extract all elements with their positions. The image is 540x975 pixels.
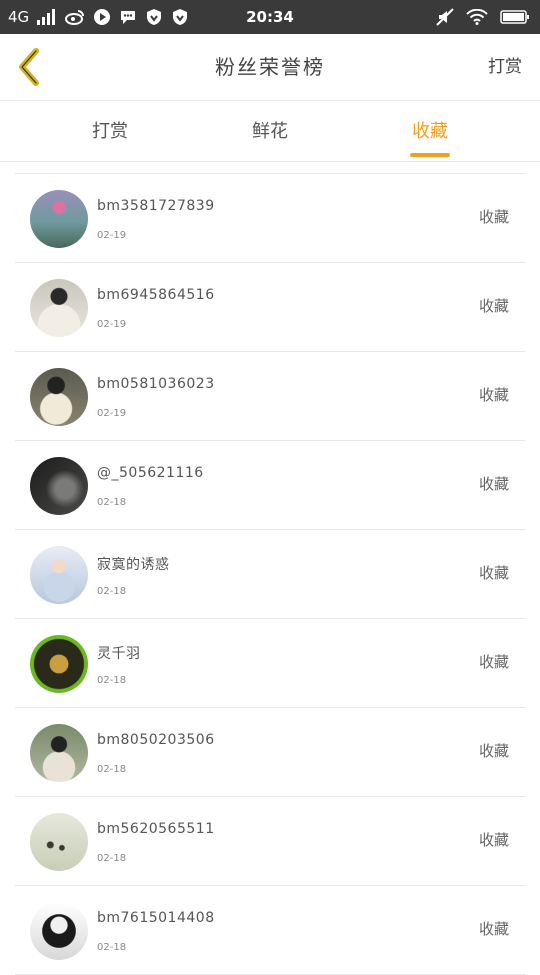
user-name: bm6945864516 bbox=[97, 287, 215, 303]
page-title: 粉丝荣誉榜 bbox=[215, 55, 325, 79]
date-label: 02-19 bbox=[97, 230, 127, 241]
status-right bbox=[436, 0, 530, 34]
tab-reward[interactable]: 打赏 bbox=[50, 101, 170, 161]
avatar[interactable] bbox=[30, 279, 88, 337]
favorite-label: 收藏 bbox=[478, 475, 509, 493]
date-label: 02-19 bbox=[97, 408, 127, 419]
user-name: 寂寞的诱惑 bbox=[97, 557, 170, 573]
avatar[interactable] bbox=[30, 368, 88, 426]
date-label: 02-18 bbox=[97, 586, 127, 597]
avatar[interactable] bbox=[30, 902, 88, 960]
favorite-label: 收藏 bbox=[478, 208, 509, 226]
tab-favorites[interactable]: 收藏 bbox=[370, 101, 490, 161]
reward-button[interactable]: 打赏 bbox=[488, 34, 522, 100]
favorites-list: bm3581727839 02-19 收藏 bm6945864516 02-19… bbox=[15, 173, 525, 975]
avatar[interactable] bbox=[30, 635, 88, 693]
list-item[interactable]: bm6945864516 02-19 收藏 bbox=[15, 263, 525, 352]
favorite-label: 收藏 bbox=[478, 297, 509, 315]
list-item[interactable]: bm5620565511 02-18 收藏 bbox=[15, 797, 525, 886]
user-name: bm0581036023 bbox=[97, 376, 215, 392]
list-item[interactable]: bm7615014408 02-18 收藏 bbox=[15, 886, 525, 975]
date-label: 02-18 bbox=[97, 497, 127, 508]
favorite-label: 收藏 bbox=[478, 831, 509, 849]
active-tab-indicator bbox=[410, 153, 450, 157]
favorite-label: 收藏 bbox=[478, 653, 509, 671]
user-name: @_505621116 bbox=[97, 465, 204, 481]
list-item[interactable]: @_505621116 02-18 收藏 bbox=[15, 441, 525, 530]
avatar[interactable] bbox=[30, 724, 88, 782]
tab-flowers[interactable]: 鲜花 bbox=[210, 101, 330, 161]
user-name: bm8050203506 bbox=[97, 732, 215, 748]
list-item[interactable]: bm3581727839 02-19 收藏 bbox=[15, 174, 525, 263]
list-item[interactable]: 灵千羽 02-18 收藏 bbox=[15, 619, 525, 708]
battery-icon bbox=[500, 9, 530, 25]
avatar[interactable] bbox=[30, 457, 88, 515]
favorite-label: 收藏 bbox=[478, 564, 509, 582]
wifi-icon bbox=[466, 9, 488, 25]
status-bar: 4G 20:34 bbox=[0, 0, 540, 34]
avatar[interactable] bbox=[30, 546, 88, 604]
favorite-label: 收藏 bbox=[478, 742, 509, 760]
favorite-label: 收藏 bbox=[478, 920, 509, 938]
date-label: 02-19 bbox=[97, 319, 127, 330]
tab-label: 鲜花 bbox=[252, 121, 288, 142]
tab-label: 打赏 bbox=[92, 121, 128, 142]
mute-icon bbox=[436, 8, 454, 26]
nav-bar: 粉丝荣誉榜 打赏 bbox=[0, 34, 540, 101]
date-label: 02-18 bbox=[97, 675, 127, 686]
user-name: bm7615014408 bbox=[97, 910, 215, 926]
date-label: 02-18 bbox=[97, 942, 127, 953]
avatar[interactable] bbox=[30, 190, 88, 248]
user-name: bm3581727839 bbox=[97, 198, 215, 214]
user-name: bm5620565511 bbox=[97, 821, 215, 837]
user-name: 灵千羽 bbox=[97, 646, 141, 662]
list-item[interactable]: bm0581036023 02-19 收藏 bbox=[15, 352, 525, 441]
avatar[interactable] bbox=[30, 813, 88, 871]
tab-bar: 打赏 鲜花 收藏 bbox=[0, 101, 540, 162]
favorite-label: 收藏 bbox=[478, 386, 509, 404]
list-item[interactable]: bm8050203506 02-18 收藏 bbox=[15, 708, 525, 797]
date-label: 02-18 bbox=[97, 853, 127, 864]
date-label: 02-18 bbox=[97, 764, 127, 775]
list-item[interactable]: 寂寞的诱惑 02-18 收藏 bbox=[15, 530, 525, 619]
tab-label: 收藏 bbox=[412, 121, 448, 142]
